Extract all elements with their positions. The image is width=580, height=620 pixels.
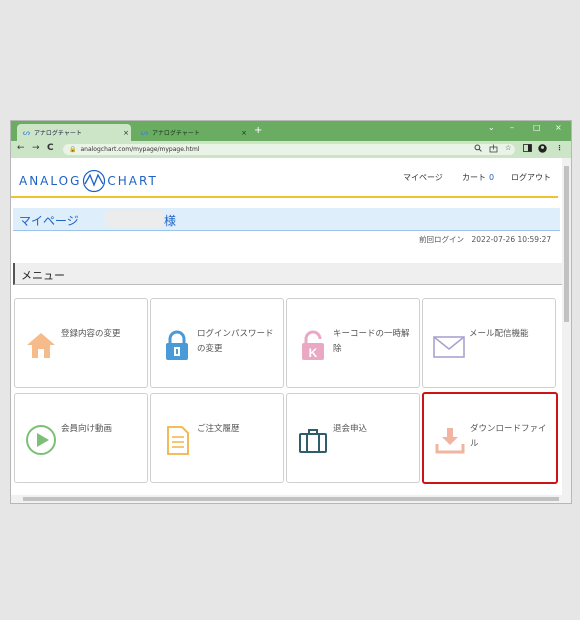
address-bar: ← → C 🔒 analogchart.com/mypage/mypage.htm… — [11, 141, 571, 158]
sidepanel-icon[interactable] — [523, 144, 532, 152]
menu-item-member-videos[interactable]: 会員向け動画 — [14, 393, 148, 483]
header-divider — [11, 196, 558, 198]
menu-item-password-change[interactable]: ログインパスワードの変更 — [150, 298, 284, 388]
tab-title: アナログチャート — [34, 130, 82, 137]
minimize-button[interactable]: – — [510, 123, 514, 132]
logo-text-right: CHART — [107, 174, 158, 188]
forward-button[interactable]: → — [32, 143, 40, 153]
lock-icon: 🔒 — [69, 146, 77, 153]
vertical-scrollbar[interactable] — [562, 158, 571, 495]
menu-item-keycode-release[interactable]: K キーコードの一時解除 — [286, 298, 420, 388]
tab-title: アナログチャート — [152, 130, 200, 137]
menu-item-label: 登録内容の変更 — [61, 329, 121, 339]
back-button[interactable]: ← — [17, 143, 25, 153]
tab-active[interactable]: ᔕ アナログチャート × — [17, 124, 131, 141]
profile-icon[interactable] — [538, 144, 547, 153]
menu-item-mail-delivery[interactable]: メール配信機能 — [422, 298, 556, 388]
menu-item-profile-edit[interactable]: 登録内容の変更 — [14, 298, 148, 388]
page-title: マイページ — [19, 214, 79, 228]
svg-text:K: K — [309, 346, 318, 360]
horizontal-scroll-thumb[interactable] — [23, 497, 559, 501]
menu-item-label: キーコードの一時解除 — [333, 329, 410, 354]
download-icon — [435, 428, 465, 454]
vertical-scroll-thumb[interactable] — [564, 166, 569, 322]
site-favicon-icon: ᔕ — [140, 128, 149, 137]
menu-icon[interactable]: ⋮ — [556, 144, 563, 152]
page-content: ANALOG CHART マイページ カート 0 ログアウト マイページ 様 前回… — [11, 158, 562, 495]
menu-item-label: メール配信機能 — [469, 329, 529, 339]
logo-text-left: ANALOG — [19, 174, 82, 188]
site-logo[interactable]: ANALOG CHART — [19, 169, 158, 193]
menu-item-label: ログインパスワードの変更 — [197, 329, 274, 354]
tab-strip: ᔕ アナログチャート × ᔕ アナログチャート × + ⌄ – □ × — [11, 121, 571, 141]
tab-close-icon[interactable]: × — [121, 129, 131, 137]
nav-mypage-link[interactable]: マイページ — [403, 172, 443, 183]
honorific-suffix: 様 — [164, 214, 177, 228]
menu-item-label: 退会申込 — [333, 424, 368, 434]
url-field[interactable]: 🔒 analogchart.com/mypage/mypage.html — [63, 144, 515, 155]
horizontal-scrollbar[interactable] — [11, 495, 571, 503]
maximize-button[interactable]: □ — [533, 123, 541, 132]
cart-count-badge: 0 — [489, 173, 495, 182]
lock-icon — [166, 330, 188, 360]
tab-close-icon[interactable]: × — [239, 129, 249, 137]
menu-item-label: ご注文履歴 — [197, 424, 240, 434]
zoom-icon[interactable] — [474, 144, 482, 153]
nav-cart-label: カート — [462, 173, 486, 182]
last-login-text: 前回ログイン 2022-07-26 10:59:27 — [419, 235, 552, 244]
url-text: analogchart.com/mypage/mypage.html — [80, 146, 200, 153]
document-icon — [167, 426, 189, 455]
user-name-redacted — [105, 210, 163, 228]
briefcase-icon — [299, 429, 327, 453]
tab-inactive[interactable]: ᔕ アナログチャート × — [135, 124, 249, 141]
share-icon[interactable] — [489, 144, 498, 153]
key-lock-icon: K — [302, 330, 324, 360]
nav-cart-link[interactable]: カート 0 — [462, 172, 494, 183]
menu-title: メニュー — [21, 269, 65, 282]
play-icon — [26, 425, 56, 455]
star-icon[interactable]: ☆ — [505, 144, 511, 152]
site-favicon-icon: ᔕ — [22, 128, 31, 137]
menu-item-download-files[interactable]: ダウンロードファイル — [422, 392, 558, 484]
close-window-button[interactable]: × — [555, 123, 562, 132]
menu-item-withdrawal[interactable]: 退会申込 — [286, 393, 420, 483]
new-tab-button[interactable]: + — [254, 125, 262, 136]
logo-mark-icon — [83, 169, 106, 193]
reload-button[interactable]: C — [47, 143, 54, 153]
menu-heading: メニュー — [13, 263, 562, 285]
home-icon — [27, 333, 55, 358]
menu-item-label: 会員向け動画 — [61, 424, 113, 434]
nav-logout-link[interactable]: ログアウト — [511, 172, 551, 183]
menu-item-order-history[interactable]: ご注文履歴 — [150, 393, 284, 483]
page-title-bar: マイページ 様 — [13, 208, 560, 231]
browser-window: ᔕ アナログチャート × ᔕ アナログチャート × + ⌄ – □ × ← → … — [10, 120, 572, 504]
mail-icon — [433, 336, 465, 358]
menu-item-label: ダウンロードファイル — [470, 424, 547, 449]
tab-search-icon[interactable]: ⌄ — [488, 123, 495, 132]
